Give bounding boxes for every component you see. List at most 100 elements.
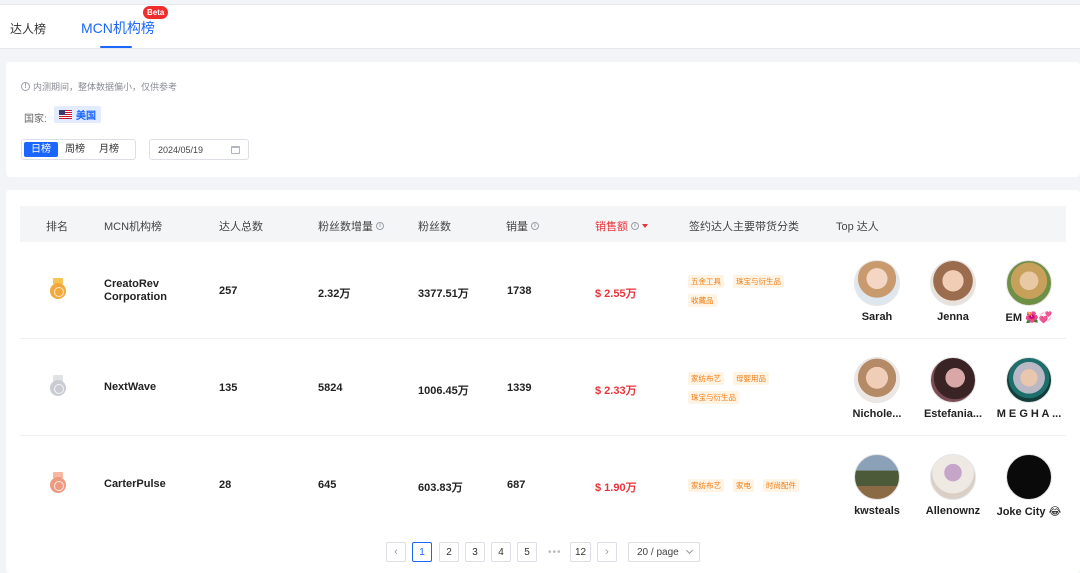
page-button[interactable]: 2 xyxy=(439,542,459,562)
info-icon[interactable]: i xyxy=(376,222,384,230)
mcn-name[interactable]: CarterPulse xyxy=(104,436,209,533)
creator-name: Allenownz xyxy=(925,505,981,517)
us-flag-icon xyxy=(59,110,72,119)
top-tab-bar: 达人榜 MCN机构榜 Beta xyxy=(0,4,1080,49)
chevron-down-icon xyxy=(685,546,694,555)
header-total-creators: 达人总数 xyxy=(219,221,263,233)
bronze-medal-icon xyxy=(49,472,67,494)
total-creators: 135 xyxy=(219,382,238,394)
page-button[interactable]: 3 xyxy=(465,542,485,562)
info-icon[interactable]: i xyxy=(631,222,639,230)
sort-desc-icon[interactable] xyxy=(642,224,648,228)
header-categories: 签约达人主要带货分类 xyxy=(689,221,799,233)
page-ellipsis[interactable]: ••• xyxy=(544,542,566,562)
creator-name: kwsteals xyxy=(854,505,900,517)
avatar xyxy=(1006,260,1052,306)
total-creators: 28 xyxy=(219,479,232,491)
page-button[interactable]: 4 xyxy=(491,542,511,562)
filter-panel: ! 内测期间，整体数据偏小，仅供参考 国家: 美国 日榜 周榜 月榜 2024/… xyxy=(6,62,1080,177)
page-button[interactable]: 12 xyxy=(570,542,592,562)
creator-name: Joke City 😂 xyxy=(996,506,1062,518)
total-creators: 257 xyxy=(219,285,238,297)
page-button[interactable]: 1 xyxy=(412,542,432,562)
creator-name: Jenna xyxy=(937,311,969,323)
period-monthly[interactable]: 月榜 xyxy=(92,142,126,157)
period-daily[interactable]: 日榜 xyxy=(24,142,58,157)
page-size-value: 20 / page xyxy=(637,546,679,558)
creator-name: Nichole... xyxy=(852,408,902,420)
category-tags: 家纺布艺 母婴用品 珠宝与衍生品 xyxy=(688,372,818,404)
tab-creator-ranking[interactable]: 达人榜 xyxy=(10,20,46,37)
mcn-name[interactable]: NextWave xyxy=(104,339,209,436)
creator-card[interactable]: Allenownz xyxy=(916,454,990,517)
mcn-name[interactable]: CreatoRev Corporation xyxy=(104,242,209,339)
period-toggle: 日榜 周榜 月榜 xyxy=(21,139,136,160)
creator-card[interactable]: Jenna xyxy=(916,260,990,323)
category-tags: 家纺布艺 家电 时尚配件 xyxy=(688,479,818,492)
ranking-table: 排名 MCN机构榜 达人总数 粉丝数增量 i 粉丝数 销量 i 销售额 i 签约达人主… xyxy=(6,190,1080,573)
revenue: $ 1.90万 xyxy=(595,482,637,494)
followers: 1006.45万 xyxy=(418,385,469,397)
avatar xyxy=(854,260,900,306)
page-size-select[interactable]: 20 / page xyxy=(628,542,700,562)
calendar-icon xyxy=(231,146,240,154)
creator-card[interactable]: Sarah xyxy=(840,260,914,323)
category-tag: 五金工具 xyxy=(688,275,724,288)
silver-medal-icon xyxy=(49,375,67,397)
revenue: $ 2.55万 xyxy=(595,288,637,300)
country-value: 美国 xyxy=(76,111,96,122)
header-sales-volume[interactable]: 销量 i xyxy=(506,218,539,234)
beta-notice: ! 内测期间，整体数据偏小，仅供参考 xyxy=(21,80,177,93)
table-row[interactable]: NextWave 135 5824 1006.45万 1339 $ 2.33万 … xyxy=(20,339,1066,436)
top-creators: kwsteals Allenownz Joke City 😂 xyxy=(840,436,1066,533)
page-button[interactable]: 5 xyxy=(517,542,537,562)
header-revenue[interactable]: 销售额 i xyxy=(595,218,648,234)
avatar xyxy=(930,260,976,306)
creator-card[interactable]: kwsteals xyxy=(840,454,914,517)
revenue: $ 2.33万 xyxy=(595,385,637,397)
table-row[interactable]: CarterPulse 28 645 603.83万 687 $ 1.90万 家… xyxy=(20,436,1066,533)
sales-volume: 1738 xyxy=(507,285,532,297)
top-creators: Nichole... Estefania... M E G H A ... xyxy=(840,339,1066,436)
country-select[interactable]: 美国 xyxy=(54,106,101,123)
category-tag: 家电 xyxy=(733,479,754,492)
avatar xyxy=(854,357,900,403)
category-tag: 收藏品 xyxy=(688,294,717,307)
tab-mcn-ranking[interactable]: MCN机构榜 xyxy=(81,18,155,38)
prev-page-button[interactable]: ‹ xyxy=(386,542,406,562)
notice-text: 内测期间，整体数据偏小，仅供参考 xyxy=(33,82,178,92)
creator-name: Sarah xyxy=(861,311,893,323)
avatar xyxy=(930,454,976,500)
date-picker[interactable]: 2024/05/19 xyxy=(149,139,249,160)
followers: 603.83万 xyxy=(418,482,463,494)
header-follower-growth[interactable]: 粉丝数增量 i xyxy=(318,218,384,234)
info-icon[interactable]: i xyxy=(531,222,539,230)
category-tag: 珠宝与衍生品 xyxy=(733,275,784,288)
header-top-creators: Top 达人 xyxy=(836,221,879,233)
follower-growth: 645 xyxy=(318,479,337,491)
pagination: ‹ 1 2 3 4 5 ••• 12 › 20 / page xyxy=(0,542,1080,564)
creator-name: M E G H A ... xyxy=(996,408,1062,420)
creator-card[interactable]: M E G H A ... xyxy=(992,357,1066,420)
category-tag: 家纺布艺 xyxy=(688,372,724,385)
table-row[interactable]: CreatoRev Corporation 257 2.32万 3377.51万… xyxy=(20,242,1066,339)
avatar xyxy=(930,357,976,403)
creator-name: Estefania... xyxy=(923,408,983,420)
category-tag: 珠宝与衍生品 xyxy=(688,391,739,404)
creator-card[interactable]: EM 🌺💞 xyxy=(992,260,1066,324)
header-rank: 排名 xyxy=(46,221,68,233)
creator-card[interactable]: Estefania... xyxy=(916,357,990,420)
country-label: 国家: xyxy=(24,114,47,125)
period-weekly[interactable]: 周榜 xyxy=(58,142,92,157)
follower-growth: 5824 xyxy=(318,382,343,394)
follower-growth: 2.32万 xyxy=(318,288,351,300)
creator-card[interactable]: Joke City 😂 xyxy=(992,454,1066,518)
next-page-button[interactable]: › xyxy=(597,542,617,562)
info-icon: ! xyxy=(21,82,30,91)
header-followers: 粉丝数 xyxy=(418,221,451,233)
gold-medal-icon xyxy=(49,278,67,300)
creator-card[interactable]: Nichole... xyxy=(840,357,914,420)
table-header: 排名 MCN机构榜 达人总数 粉丝数增量 i 粉丝数 销量 i 销售额 i 签约达人主… xyxy=(20,206,1066,242)
date-value: 2024/05/19 xyxy=(158,144,204,155)
header-mcn: MCN机构榜 xyxy=(104,221,163,233)
